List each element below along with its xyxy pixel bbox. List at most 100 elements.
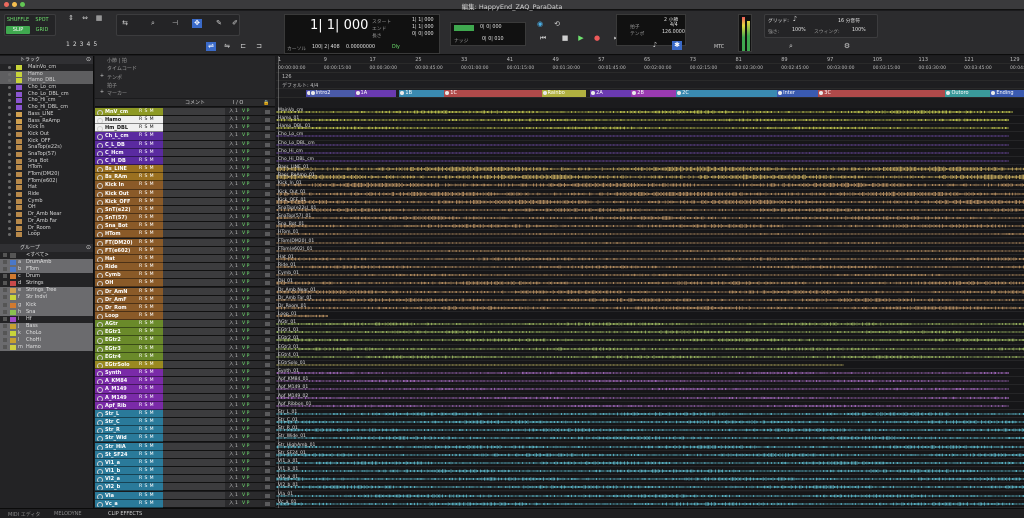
track-name-cell[interactable]: Vc_a R S M (95, 499, 163, 508)
track-name-cell[interactable]: Bs_RAm R S M (95, 173, 163, 182)
audio-clip[interactable]: Vl2_b_01 (276, 483, 1024, 491)
group-enable-checkbox[interactable] (3, 345, 7, 350)
track-comment-field[interactable] (163, 205, 225, 214)
track-lock-toggle[interactable] (261, 458, 275, 467)
zoom-preset-4[interactable]: 4 (86, 41, 90, 48)
track-list-item[interactable]: Hamo_DBL (0, 77, 93, 85)
audio-clip[interactable]: EGtr3_01 (276, 345, 1024, 353)
audio-clip[interactable]: Vl1_a_01 (276, 459, 1024, 467)
audio-clip[interactable]: SnaTop(e22s)_01 (276, 206, 1024, 214)
track-list-item[interactable]: Cho_Hi_DBL_cm (0, 104, 93, 111)
group-list-item[interactable]: i Hf (0, 316, 93, 323)
group-enable-checkbox[interactable] (3, 288, 7, 293)
track-name[interactable]: Vc_a (105, 500, 138, 507)
track-name-cell[interactable]: Ch_L_cm R S M (95, 132, 163, 141)
track-playlist-lane[interactable]: Bass_LINE_01 (276, 165, 1024, 174)
track-list-item[interactable]: Dr_Room (0, 225, 93, 232)
track-list-item[interactable]: Kick In (0, 124, 93, 131)
track-lock-toggle[interactable] (261, 116, 275, 125)
track-list-item[interactable]: Sna_Bot (0, 158, 93, 165)
track-rsm-buttons[interactable]: R S M (139, 418, 154, 425)
marker-outoro[interactable]: Outoro (945, 90, 991, 97)
zoom-preset-2[interactable]: 2 (73, 41, 77, 48)
track-comment-field[interactable] (163, 214, 225, 223)
audio-clip[interactable]: AGtr_01 (276, 320, 1024, 328)
track-lock-toggle[interactable] (261, 426, 275, 435)
track-io-selector[interactable]: 入 1V P (225, 328, 261, 337)
track-name[interactable]: EGtr3 (105, 345, 138, 352)
track-name[interactable]: Dr_AmF (105, 296, 138, 303)
track-io-selector[interactable]: 入 1V P (225, 352, 261, 361)
track-name-cell[interactable]: Synth R S M (95, 369, 163, 378)
track-name[interactable]: Vl2_a (105, 475, 138, 482)
track-io-selector[interactable]: 入 1V P (225, 401, 261, 410)
track-name[interactable]: C_Hcm (105, 149, 138, 156)
group-enable-checkbox[interactable] (3, 302, 7, 307)
track-show-toggle-icon[interactable] (8, 106, 11, 110)
track-playlist-lane[interactable]: SnaTop(e22s)_01 (276, 205, 1024, 214)
track-comment-field[interactable] (163, 230, 225, 239)
track-lock-toggle[interactable] (261, 108, 275, 117)
tempo-value[interactable]: 126.0000 (662, 30, 685, 35)
track-io-selector[interactable]: 入 1V P (225, 214, 261, 223)
track-name[interactable]: Bs_LINE (105, 165, 138, 172)
track-lock-toggle[interactable] (261, 352, 275, 361)
track-lock-toggle[interactable] (261, 385, 275, 394)
track-lock-toggle[interactable] (261, 434, 275, 443)
audio-clip[interactable]: Str_C_01 (276, 418, 1024, 426)
track-name-cell[interactable]: SnT(57) R S M (95, 214, 163, 223)
marker-3c[interactable]: 3C (818, 90, 946, 97)
track-comment-field[interactable] (163, 442, 225, 451)
track-rsm-buttons[interactable]: R S M (139, 467, 154, 474)
track-comment-field[interactable] (163, 483, 225, 492)
track-name-cell[interactable]: Ride R S M (95, 263, 163, 272)
trim-tool-icon[interactable]: ⊣ (170, 19, 180, 28)
track-playlist-lane[interactable]: Str_C_01 (276, 418, 1024, 427)
track-io-selector[interactable]: 入 1V P (225, 222, 261, 231)
track-lock-toggle[interactable] (261, 442, 275, 451)
track-io-selector[interactable]: 入 1V P (225, 442, 261, 451)
add-marker-icon[interactable]: + (97, 88, 107, 97)
track-rsm-buttons[interactable]: R S M (139, 214, 154, 221)
track-lock-toggle[interactable] (261, 173, 275, 182)
track-name[interactable]: Sna_Bot (105, 222, 138, 229)
audio-clip[interactable]: Dr_Room_01 (276, 304, 1024, 312)
track-lock-toggle[interactable] (261, 320, 275, 329)
track-lock-toggle[interactable] (261, 254, 275, 263)
track-name-cell[interactable]: Vl1_a R S M (95, 458, 163, 467)
track-name-cell[interactable]: Kick Out R S M (95, 189, 163, 198)
swing-value[interactable]: 100% (852, 28, 866, 33)
group-list-item[interactable]: f Str Indvl (0, 294, 93, 302)
track-rsm-buttons[interactable]: R S M (139, 320, 154, 327)
track-name-cell[interactable]: Kick In R S M (95, 181, 163, 190)
track-name-cell[interactable]: Sna_Bot R S M (95, 222, 163, 231)
track-lock-toggle[interactable] (261, 246, 275, 255)
track-io-selector[interactable]: 入 1V P (225, 205, 261, 214)
track-name-cell[interactable]: MnV_cm R S M (95, 108, 163, 117)
track-name[interactable]: EGtrSolo (105, 361, 138, 368)
track-name-cell[interactable]: Loop R S M (95, 312, 163, 321)
track-lock-toggle[interactable] (261, 263, 275, 272)
audio-clip[interactable]: EGtr2_01 (276, 336, 1024, 344)
track-name[interactable]: Kick Out (105, 190, 138, 197)
track-playlist-lane[interactable]: MainVo_cm (276, 108, 1024, 117)
track-name-cell[interactable]: Hamo R S M (95, 116, 163, 125)
zoom-midi-icon[interactable]: ▦ (94, 14, 104, 23)
track-comment-field[interactable] (163, 450, 225, 459)
track-rsm-buttons[interactable]: R S M (139, 385, 154, 392)
audio-clip[interactable]: EGtrSolo_01 (276, 361, 844, 369)
track-name-cell[interactable]: Str_L R S M (95, 409, 163, 418)
marker-2a[interactable]: 2A (590, 90, 632, 97)
group-list-item[interactable]: c Drum (0, 273, 93, 280)
track-name-cell[interactable]: Str_R R S M (95, 426, 163, 435)
main-counter[interactable]: 1| 1| 000 (310, 18, 368, 33)
audio-clip[interactable]: MainVo_cm (276, 108, 1013, 116)
track-comment-field[interactable] (163, 165, 225, 174)
strength-value[interactable]: 100% (792, 28, 806, 33)
track-name[interactable]: EGtr4 (105, 353, 138, 360)
track-playlist-lane[interactable]: Dr_Room_01 (276, 303, 1024, 312)
marker-2c[interactable]: 2C (676, 90, 778, 97)
track-comment-field[interactable] (163, 312, 225, 321)
track-playlist-lane[interactable]: Kick_In_01 (276, 181, 1024, 190)
group-enable-checkbox[interactable] (3, 274, 7, 279)
